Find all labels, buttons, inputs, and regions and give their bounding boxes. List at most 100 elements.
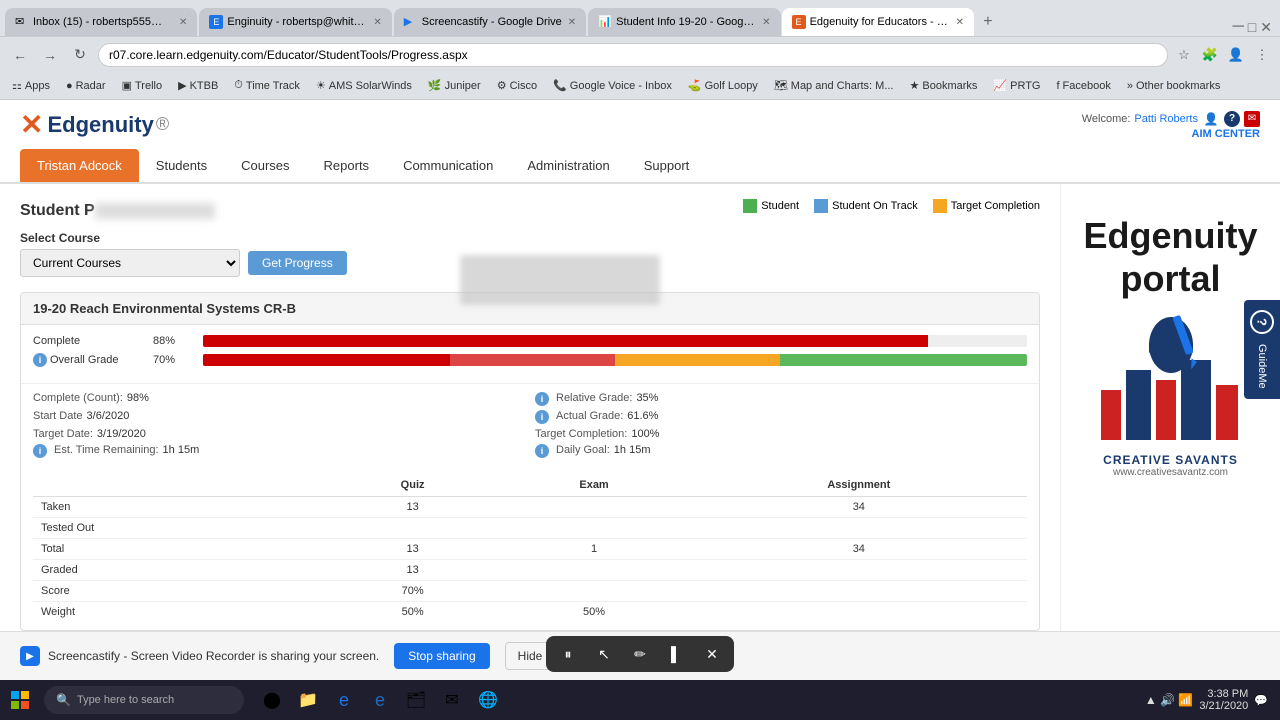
forward-button[interactable]: → (38, 43, 62, 67)
guide-me-panel[interactable]: ? GuideMe (1244, 300, 1280, 399)
complete-progress-bar (203, 335, 1027, 347)
row-assign-score (691, 581, 1027, 602)
new-tab-button[interactable]: + (974, 8, 1002, 36)
nav-item-students[interactable]: Students (139, 149, 224, 182)
row-assign-total: 34 (691, 539, 1027, 560)
bookmark-star-icon[interactable]: ☆ (1174, 45, 1194, 65)
minimize-btn[interactable]: ─ (1232, 18, 1243, 36)
nav-item-reports[interactable]: Reports (307, 149, 387, 182)
row-assign-graded (691, 560, 1027, 581)
bookmark-apps[interactable]: ⚏ Apps (8, 77, 54, 94)
close-browser-btn[interactable]: ✕ (1260, 19, 1272, 36)
logo-text: Edgenuity (47, 112, 153, 138)
col-header-exam: Exam (497, 474, 690, 497)
complete-label: Complete (33, 335, 153, 347)
bookmark-bookmarks[interactable]: ★ Bookmarks (906, 77, 982, 94)
user-icon[interactable]: 👤 (1202, 110, 1220, 128)
get-progress-button[interactable]: Get Progress (248, 251, 347, 275)
extensions-icon[interactable]: 🧩 (1200, 45, 1220, 65)
bookmark-other[interactable]: » Other bookmarks (1123, 78, 1225, 94)
legend-student-icon (743, 199, 757, 213)
stop-sharing-button[interactable]: Stop sharing (394, 643, 489, 669)
blurred-student-name (460, 255, 660, 305)
course-stats-1: Complete 88% i Overall Grade 70% (21, 325, 1039, 383)
pause-annotation-btn[interactable]: ⏸ (554, 640, 582, 668)
address-bar[interactable] (98, 43, 1168, 67)
target-date-label: Target Date: (33, 428, 93, 440)
pencil-annotation-btn[interactable]: ✏ (626, 640, 654, 668)
tab-1[interactable]: ✉ Inbox (15) - robertsp555@gmai... ✕ (5, 8, 197, 36)
screen-share-info: ▶ Screencastify - Screen Video Recorder … (20, 646, 379, 666)
taskbar-mail-icon[interactable]: ✉ (436, 684, 468, 716)
legend-target-icon (933, 199, 947, 213)
back-button[interactable]: ← (8, 43, 32, 67)
taskbar-edge-icon[interactable]: e (328, 684, 360, 716)
user-name-link[interactable]: Patti Roberts (1134, 113, 1198, 125)
nav-item-communication[interactable]: Communication (386, 149, 510, 182)
bookmark-golf[interactable]: ⛳ Golf Loopy (684, 77, 762, 94)
tab-close-1[interactable]: ✕ (179, 17, 187, 28)
taskbar-cortana-icon[interactable]: ⬤ (256, 684, 288, 716)
bookmark-ktbb[interactable]: ▶ KTBB (174, 77, 222, 94)
tab-2[interactable]: E Enginuity - robertsp@whitehous... ✕ (199, 8, 391, 36)
bookmark-juniper[interactable]: 🌿 Juniper (424, 77, 485, 94)
nav-item-student[interactable]: Tristan Adcock (20, 149, 139, 182)
row-exam-graded (497, 560, 690, 581)
maximize-btn[interactable]: □ (1248, 19, 1256, 35)
taskbar-chrome-icon[interactable]: 🌐 (472, 684, 504, 716)
bookmark-maps[interactable]: 🗺 Map and Charts: M... (770, 77, 898, 94)
legend: Student Student On Track Target Completi… (743, 199, 1040, 213)
logo[interactable]: ✕ Edgenuity ® (20, 108, 169, 141)
header-right: Welcome: Patti Roberts 👤 ? ✉ AIM CENTER (1082, 110, 1260, 140)
taskbar-search[interactable]: 🔍 Type here to search (44, 686, 244, 714)
help-header-icon[interactable]: ? (1224, 111, 1240, 127)
portal-overlay-text: Edgenuity portal (1083, 214, 1257, 300)
profile-icon[interactable]: 👤 (1226, 45, 1246, 65)
nav-item-administration[interactable]: Administration (510, 149, 626, 182)
overall-progress-bar (203, 354, 1027, 366)
est-time-value: 1h 15m (163, 444, 200, 458)
time-display: 3:38 PM (1199, 688, 1248, 700)
bookmark-gvoice[interactable]: 📞 Google Voice - Inbox (549, 77, 676, 94)
bookmark-facebook[interactable]: f Facebook (1052, 78, 1114, 94)
legend-ontrack-icon (814, 199, 828, 213)
highlight-annotation-btn[interactable]: ▌ (662, 640, 690, 668)
tab-4[interactable]: 📊 Student Info 19-20 - Google She... ✕ (588, 8, 780, 36)
taskbar-explorer-icon[interactable]: 🗂 (400, 684, 432, 716)
tab-5[interactable]: E Edgenuity for Educators - Progr... ✕ (782, 8, 974, 36)
bookmark-prtg[interactable]: 📈 PRTG (989, 77, 1044, 94)
bookmark-trello[interactable]: ▣ Trello (118, 77, 167, 94)
tab-close-3[interactable]: ✕ (568, 17, 576, 28)
daily-goal-value: 1h 15m (614, 444, 651, 458)
tab-3[interactable]: ▶ Screencastify - Google Drive ✕ (394, 8, 586, 36)
start-button[interactable] (0, 680, 40, 720)
nav-item-support[interactable]: Support (627, 149, 707, 182)
legend-student-label: Student (761, 200, 799, 212)
row-label-weight: Weight (33, 602, 328, 623)
message-icon[interactable]: ✉ (1244, 111, 1260, 127)
course-select[interactable]: Current Courses (20, 249, 240, 277)
bookmark-ams[interactable]: ☀ AMS SolarWinds (312, 77, 416, 94)
row-label-graded: Graded (33, 560, 328, 581)
tab-close-2[interactable]: ✕ (373, 17, 381, 28)
reload-button[interactable]: ↻ (68, 43, 92, 67)
bookmark-radar[interactable]: ● Radar (62, 78, 110, 94)
row-exam-score (497, 581, 690, 602)
notification-icon[interactable]: 💬 (1254, 694, 1268, 707)
col-header-assignment: Assignment (691, 474, 1027, 497)
row-assign-tested (691, 518, 1027, 539)
legend-target-label: Target Completion (951, 200, 1040, 212)
bookmark-cisco[interactable]: ⚙ Cisco (493, 77, 541, 94)
bookmark-timetrack[interactable]: ⏱ Time Track (230, 77, 304, 94)
taskbar-files-icon[interactable]: 📁 (292, 684, 324, 716)
menu-icon[interactable]: ⋮ (1252, 45, 1272, 65)
cursor-annotation-btn[interactable]: ↖ (590, 640, 618, 668)
nav-item-courses[interactable]: Courses (224, 149, 306, 182)
aim-center-link[interactable]: AIM CENTER (1192, 128, 1260, 140)
screen-share-message: Screencastify - Screen Video Recorder is… (48, 649, 379, 663)
complete-count-label: Complete (Count): (33, 392, 123, 406)
taskbar-ie-icon[interactable]: e (364, 684, 396, 716)
tab-close-5[interactable]: ✕ (956, 17, 964, 28)
close-annotation-btn[interactable]: ✕ (698, 640, 726, 668)
tab-close-4[interactable]: ✕ (762, 17, 770, 28)
